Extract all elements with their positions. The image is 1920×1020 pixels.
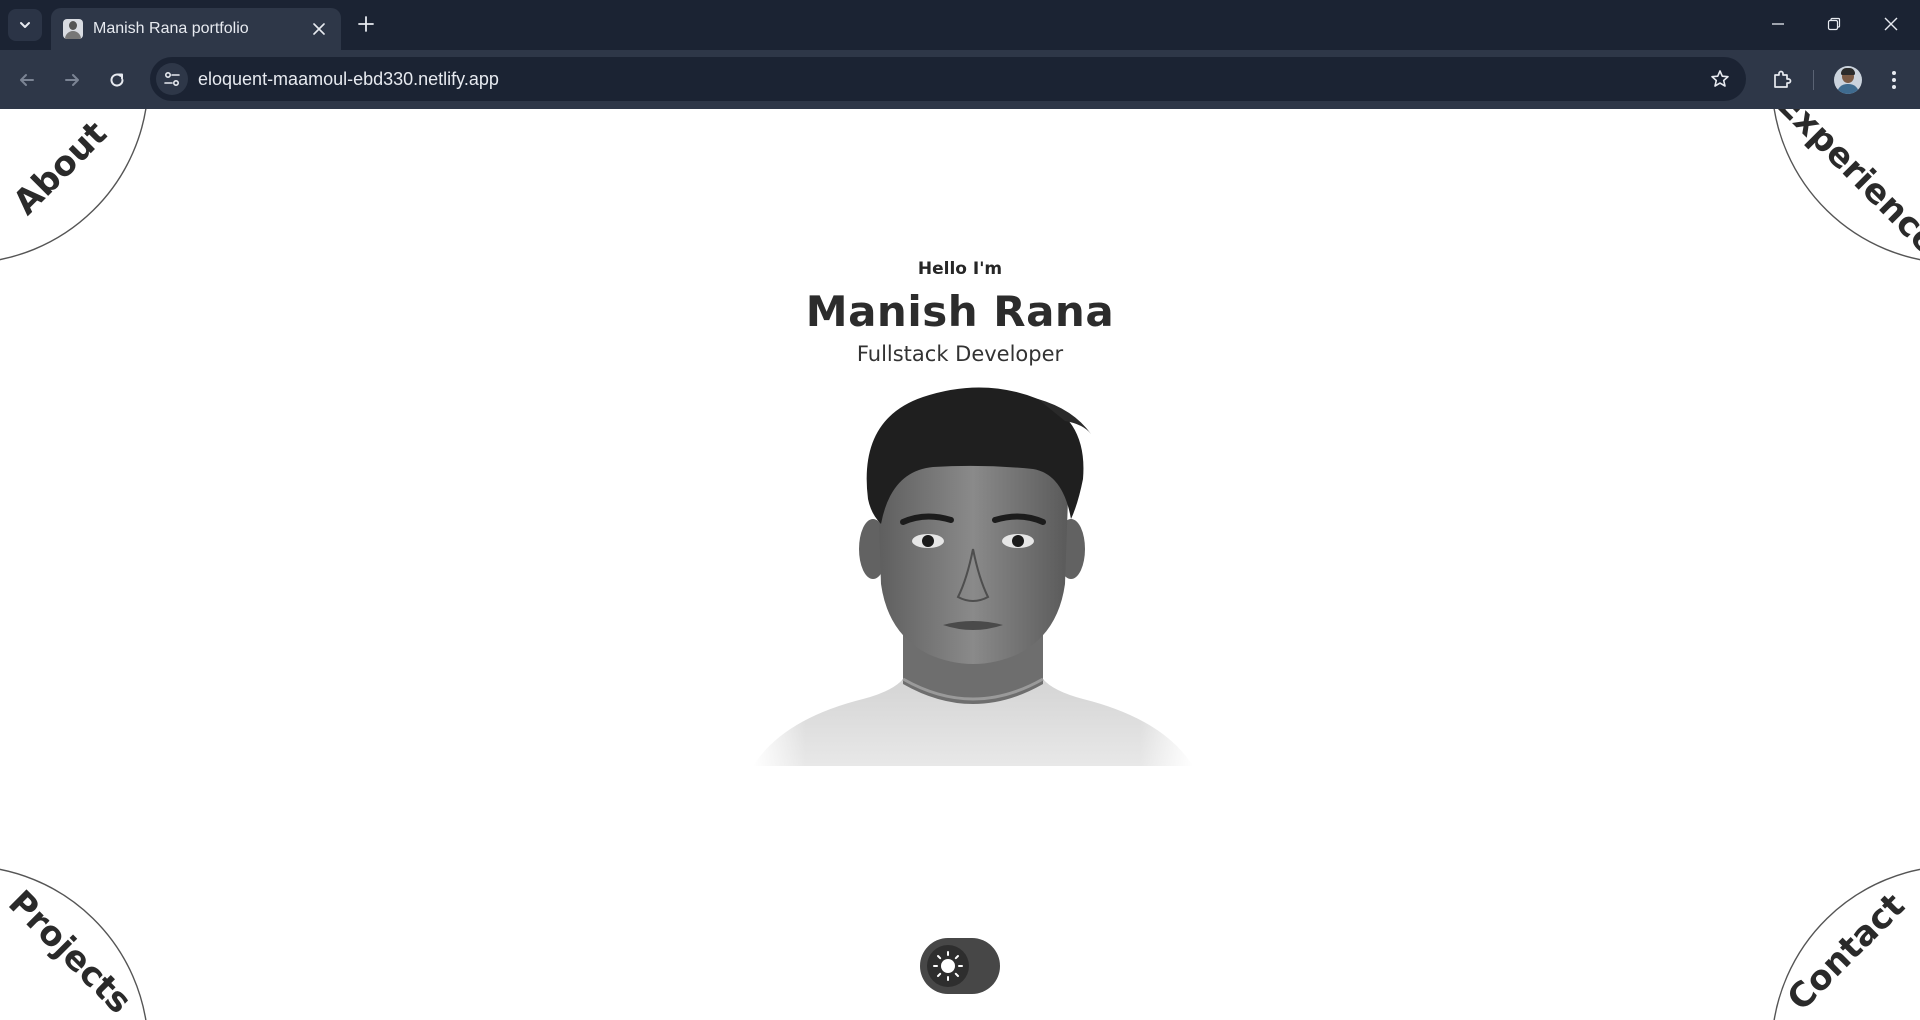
- theme-toggle[interactable]: [920, 938, 1000, 994]
- star-icon: [1711, 70, 1729, 87]
- url-text[interactable]: eloquent-maamoul-ebd330.netlify.app: [198, 69, 1704, 90]
- hero: Hello I'm Manish Rana Fullstack Develope…: [660, 259, 1260, 366]
- site-info-button[interactable]: [156, 63, 188, 95]
- minimize-icon: [1772, 23, 1784, 25]
- sun-icon: [933, 951, 963, 981]
- profile-portrait: [753, 379, 1193, 766]
- bookmark-button[interactable]: [1704, 63, 1736, 95]
- avatar[interactable]: [1834, 66, 1862, 94]
- close-tab-button[interactable]: [309, 19, 329, 39]
- close-icon: [1884, 17, 1898, 31]
- arrow-right-icon: [65, 74, 79, 86]
- toolbar-divider: [1813, 70, 1814, 90]
- active-tab[interactable]: Manish Rana portfolio: [51, 8, 341, 50]
- minimize-button[interactable]: [1758, 8, 1798, 40]
- reload-icon: [110, 73, 124, 87]
- puzzle-icon: [1774, 70, 1792, 88]
- role-subtitle: Fullstack Developer: [856, 342, 1064, 366]
- browser-menu-button[interactable]: [1878, 64, 1910, 96]
- restore-button[interactable]: [1814, 8, 1854, 40]
- reload-button[interactable]: [101, 64, 133, 96]
- new-tab-button[interactable]: [354, 12, 378, 36]
- chevron-down-icon: [20, 22, 30, 28]
- contact-corner-nav[interactable]: Contact: [1750, 850, 1920, 1020]
- restore-icon: [1827, 17, 1841, 31]
- browser-tab-strip: Manish Rana portfolio: [0, 0, 1920, 50]
- tab-title: Manish Rana portfolio: [93, 20, 249, 37]
- tab-search-button[interactable]: [8, 9, 42, 41]
- extensions-button[interactable]: [1766, 64, 1798, 96]
- tune-icon: [164, 71, 180, 87]
- address-bar[interactable]: eloquent-maamoul-ebd330.netlify.app: [150, 57, 1746, 101]
- kebab-menu-icon: [1892, 71, 1896, 89]
- experience-link[interactable]: Experience: [1769, 109, 1920, 262]
- projects-link[interactable]: Projects: [0, 883, 139, 1020]
- close-icon: [313, 23, 325, 35]
- back-button[interactable]: [11, 64, 43, 96]
- arrow-left-icon: [20, 74, 34, 86]
- about-corner-nav[interactable]: About: [0, 109, 170, 279]
- greeting-text: Hello I'm: [917, 259, 1003, 279]
- projects-corner-nav[interactable]: Projects: [0, 850, 170, 1020]
- page-title: Manish Rana: [805, 287, 1115, 336]
- experience-corner-nav[interactable]: Experience: [1750, 109, 1920, 279]
- plus-icon: [358, 16, 374, 32]
- portfolio-page: About Experience Projects Contact Hello …: [0, 109, 1920, 1020]
- forward-button[interactable]: [56, 64, 88, 96]
- about-link[interactable]: About: [6, 114, 115, 223]
- portrait-favicon-icon: [63, 19, 83, 39]
- close-window-button[interactable]: [1871, 8, 1911, 40]
- browser-toolbar: eloquent-maamoul-ebd330.netlify.app: [0, 50, 1920, 109]
- theme-toggle-knob[interactable]: [927, 945, 969, 987]
